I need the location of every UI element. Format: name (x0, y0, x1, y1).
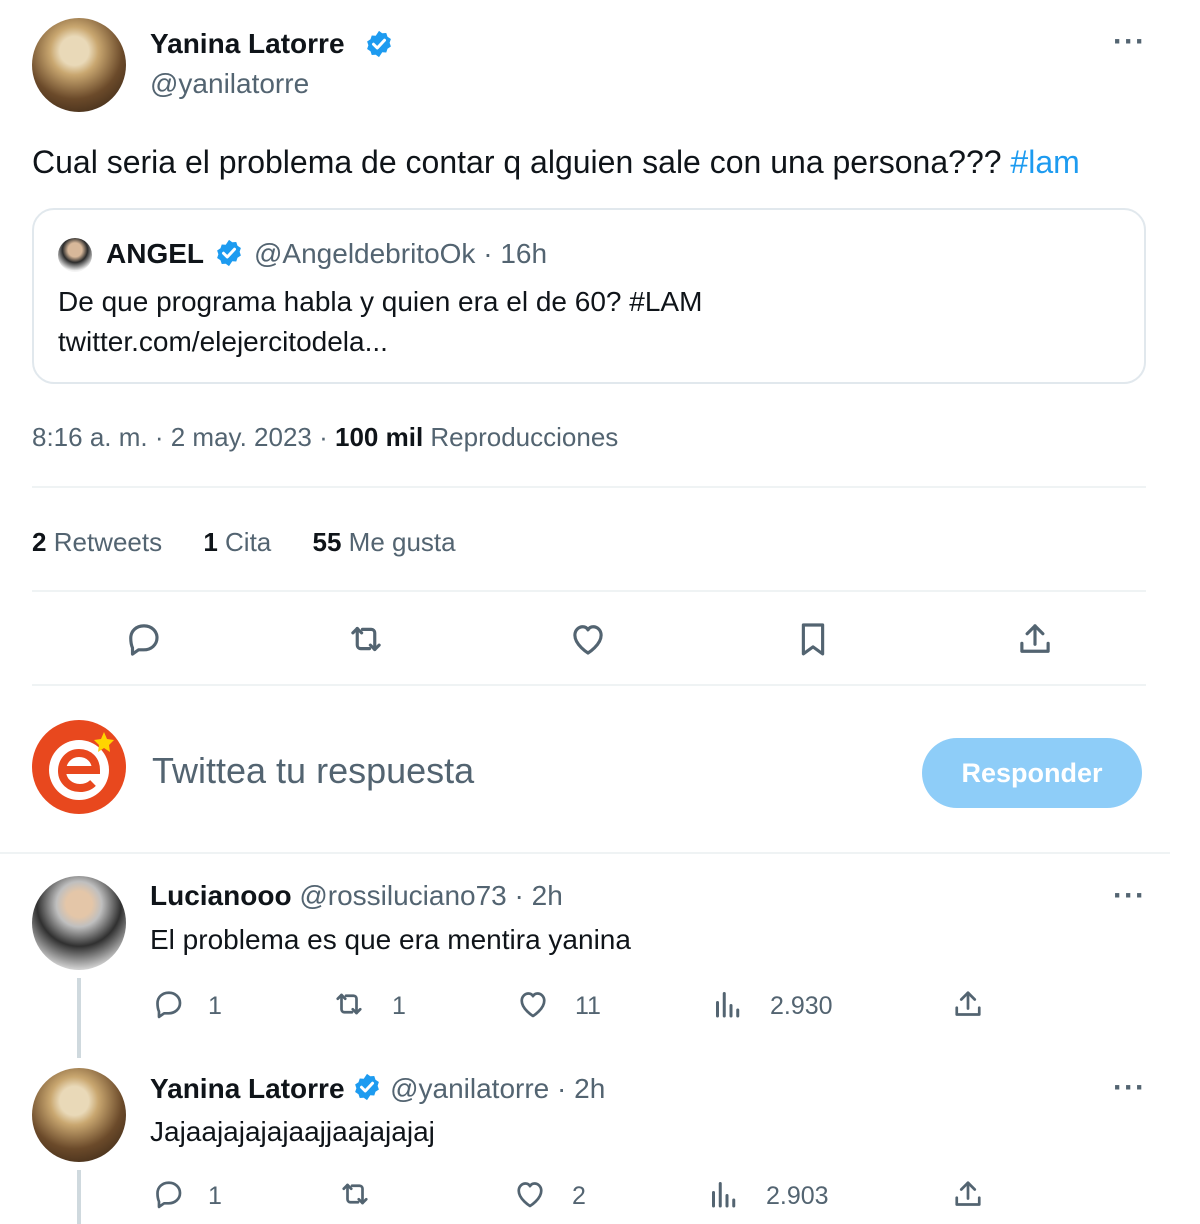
author-name[interactable]: Yanina Latorre (150, 28, 345, 60)
reply-header: Yanina Latorre @yanilatorre · 2h (150, 1072, 605, 1105)
retweet-icon[interactable] (336, 1176, 374, 1212)
like-count: 2 (572, 1182, 586, 1210)
reply-time[interactable]: · 2h (515, 880, 563, 911)
views-icon[interactable] (710, 986, 746, 1022)
divider (0, 852, 1170, 854)
reply-count: 1 (208, 1182, 222, 1210)
reply-icon[interactable] (150, 986, 186, 1022)
reply-author-handle[interactable]: @yanilatorre (390, 1073, 549, 1104)
stats-row: 2 Retweets 1 Cita 55 Me gusta (32, 527, 456, 558)
views-count: 2.903 (766, 1182, 829, 1210)
reply-header: Lucianooo @rossiluciano73 · 2h (150, 880, 563, 912)
tweet-timestamp-line: 8:16 a. m. · 2 may. 2023 · 100 mil Repro… (32, 422, 618, 453)
views-icon[interactable] (706, 1176, 742, 1212)
reply-author-name[interactable]: Lucianooo (150, 880, 292, 911)
quotes-label: Cita (225, 527, 272, 557)
share-icon[interactable] (1014, 618, 1056, 660)
like-count: 11 (575, 992, 601, 1020)
reply-time[interactable]: · 2h (557, 1073, 605, 1104)
like-icon[interactable] (512, 1176, 548, 1212)
user-avatar[interactable] (32, 720, 126, 814)
likes-stat[interactable]: 55 Me gusta (313, 527, 456, 557)
quotes-stat[interactable]: 1 Cita (203, 527, 278, 557)
reply-text: El problema es que era mentira yanina (150, 924, 631, 955)
share-icon[interactable] (950, 986, 986, 1022)
reply-text: Jajaajajajajaajjaajajajaj (150, 1116, 435, 1147)
reply-icon[interactable] (122, 618, 164, 660)
retweets-stat[interactable]: 2 Retweets (32, 527, 169, 557)
views-count: 100 mil (335, 422, 424, 452)
quoted-meta: @AngeldebritoOk · 16h (254, 238, 547, 270)
hashtag-link[interactable]: #lam (1010, 144, 1079, 180)
tweet-timestamp[interactable]: 8:16 a. m. · 2 may. 2023 · (32, 422, 328, 452)
quoted-author-handle: @AngeldebritoOk (254, 238, 476, 269)
quoted-text-line1: De que programa habla y quien era el de … (58, 286, 703, 317)
retweets-count: 2 (32, 527, 47, 557)
verified-badge-icon (352, 1072, 382, 1102)
author-handle[interactable]: @yanilatorre (150, 68, 309, 100)
quoted-separator: · (483, 238, 493, 269)
quoted-tweet-card[interactable]: ANGEL @AngeldebritoOk · 16h De que progr… (32, 208, 1146, 384)
views-label: Reproducciones (430, 422, 619, 452)
views-count: 2.930 (770, 992, 833, 1020)
thread-line (77, 978, 81, 1058)
divider (32, 590, 1146, 592)
retweets-label: Retweets (53, 527, 163, 557)
bookmark-icon[interactable] (792, 618, 834, 660)
verified-badge-icon (364, 29, 394, 59)
reply-avatar[interactable] (32, 876, 126, 970)
author-avatar[interactable] (32, 18, 126, 112)
divider (32, 684, 1146, 686)
quotes-count: 1 (203, 527, 218, 557)
likes-label: Me gusta (348, 527, 456, 557)
quoted-time: 16h (500, 238, 548, 269)
reply-author-handle[interactable]: @rossiluciano73 (299, 880, 506, 911)
tweet-text-body: Cual seria el problema de contar q algui… (32, 144, 1002, 180)
quoted-author-name: ANGEL (106, 238, 204, 269)
retweet-count: 1 (392, 992, 406, 1020)
quoted-author-avatar (58, 238, 92, 272)
reply-avatar[interactable] (32, 1068, 126, 1162)
divider (32, 486, 1146, 488)
reply-input[interactable]: Twittea tu respuesta (152, 750, 474, 792)
share-icon[interactable] (950, 1176, 986, 1212)
reply-author-name[interactable]: Yanina Latorre (150, 1073, 345, 1104)
more-options-icon[interactable]: ··· (1113, 881, 1146, 911)
thread-line (77, 1170, 81, 1224)
likes-count: 55 (312, 527, 342, 557)
reply-icon[interactable] (150, 1176, 186, 1212)
quoted-link[interactable]: twitter.com/elejercitodela... (58, 326, 388, 358)
retweet-icon[interactable] (344, 618, 388, 660)
like-icon[interactable] (515, 986, 551, 1022)
retweet-icon[interactable] (330, 986, 368, 1022)
more-options-icon[interactable]: ··· (1113, 27, 1146, 57)
more-options-icon[interactable]: ··· (1113, 1073, 1146, 1103)
like-icon[interactable] (567, 618, 609, 660)
tweet-text: Cual seria el problema de contar q algui… (32, 144, 1080, 181)
reply-count: 1 (208, 992, 222, 1020)
reply-submit-button[interactable]: Responder (922, 738, 1142, 808)
user-logo-icon (35, 723, 123, 811)
quoted-verified-badge-icon (214, 238, 244, 268)
